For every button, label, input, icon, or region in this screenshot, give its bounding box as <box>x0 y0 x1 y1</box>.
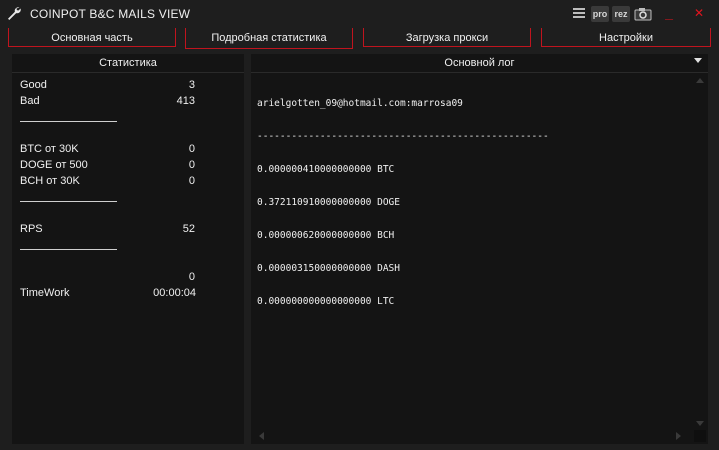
tab-proxy-load[interactable]: Загрузка прокси <box>363 28 531 47</box>
log-line: ----------------------------------------… <box>257 131 549 142</box>
tab-bar: Основная часть Подробная статистика Загр… <box>0 28 719 49</box>
stat-label: Good <box>20 79 47 91</box>
stat-row-timework: TimeWork 00:00:04 <box>20 285 240 301</box>
stat-value: 0 <box>188 159 195 171</box>
stat-row-rps: RPS 52 <box>20 221 240 237</box>
pro-label: pro <box>592 9 608 19</box>
rez-label: rez <box>614 9 628 19</box>
divider <box>20 121 117 122</box>
log-line: 0.372110910000000000 DOGE <box>257 197 400 208</box>
list-icon[interactable] <box>573 6 585 22</box>
tab-settings[interactable]: Настройки <box>541 28 711 47</box>
stat-label: BTC от 30K <box>20 143 79 155</box>
stat-row-good: Good 3 <box>20 77 240 93</box>
close-button[interactable]: ✕ <box>691 5 707 21</box>
horizontal-scrollbar[interactable] <box>255 430 685 442</box>
stat-row-bad: Bad 413 <box>20 93 240 109</box>
scroll-left-icon[interactable] <box>259 432 264 440</box>
window-title: COINPOT B&C MAILS VIEW <box>30 7 191 21</box>
log-line: arielgotten_09@hotmail.com:marrosa09 <box>257 98 463 109</box>
stat-value: 0 <box>188 143 195 155</box>
stat-value: 0 <box>188 271 195 283</box>
stat-value: 00:00:04 <box>153 287 196 299</box>
rez-icon[interactable]: rez <box>612 6 630 22</box>
log-line: 0.000000000000000000 LTC <box>257 296 395 307</box>
log-line: 0.000000620000000000 BCH <box>257 230 395 241</box>
wrench-icon <box>8 7 21 21</box>
log-panel-title: Основной лог <box>251 54 708 73</box>
log-line: 0.000003150000000000 DASH <box>257 263 400 274</box>
log-output[interactable]: arielgotten_09@hotmail.com:marrosa09 ---… <box>257 76 687 329</box>
stat-value: 52 <box>182 223 195 235</box>
stat-value: 3 <box>188 79 195 91</box>
stat-label: BCH от 30K <box>20 175 80 187</box>
tab-proxy-load-label: Загрузка прокси <box>405 32 489 44</box>
stat-label: TimeWork <box>20 287 70 299</box>
chevron-down-icon[interactable] <box>694 58 702 63</box>
stat-value: 413 <box>176 95 195 107</box>
stat-row-btc: BTC от 30K 0 <box>20 141 240 157</box>
stat-row-blank: 0 <box>20 269 240 285</box>
stat-row-bch: BCH от 30K 0 <box>20 173 240 189</box>
camera-icon[interactable] <box>634 6 652 22</box>
stat-label: DOGE от 500 <box>20 159 88 171</box>
tab-detailed-stats[interactable]: Подробная статистика <box>185 28 353 49</box>
vertical-scrollbar[interactable] <box>694 72 706 444</box>
stat-row-doge: DOGE от 500 0 <box>20 157 240 173</box>
stat-label: RPS <box>20 223 43 235</box>
scroll-right-icon[interactable] <box>676 432 681 440</box>
tab-detailed-stats-label: Подробная статистика <box>211 32 327 44</box>
tab-main-label: Основная часть <box>51 32 133 44</box>
divider <box>20 249 117 250</box>
stats-panel-title: Статистика <box>12 54 244 73</box>
minimize-button[interactable]: _ <box>661 5 677 21</box>
stat-value: 0 <box>188 175 195 187</box>
log-panel-title-label: Основной лог <box>444 57 515 69</box>
scroll-up-icon[interactable] <box>696 78 704 83</box>
divider <box>20 201 117 202</box>
tab-settings-label: Настройки <box>599 32 653 44</box>
stat-label: Bad <box>20 95 40 107</box>
log-panel: Основной лог arielgotten_09@hotmail.com:… <box>251 54 708 444</box>
scroll-corner <box>694 430 706 442</box>
log-line: 0.000000410000000000 BTC <box>257 164 395 175</box>
pro-icon[interactable]: pro <box>591 6 609 22</box>
title-bar: COINPOT B&C MAILS VIEW pro rez _ ✕ <box>0 0 719 28</box>
stats-panel: Статистика Good 3 Bad 413 BTC от 30K 0 D… <box>12 54 244 444</box>
tab-main[interactable]: Основная часть <box>8 28 176 47</box>
scroll-down-icon[interactable] <box>696 421 704 426</box>
